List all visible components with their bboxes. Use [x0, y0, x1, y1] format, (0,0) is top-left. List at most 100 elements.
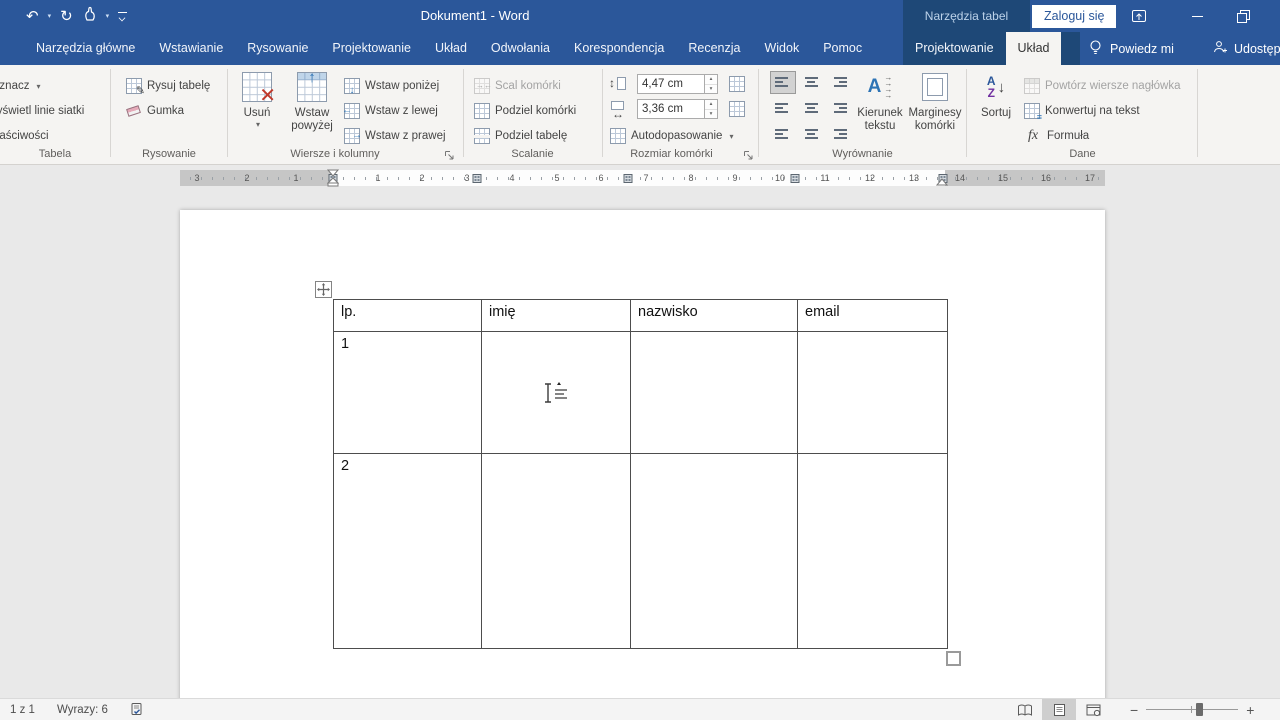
undo-dropdown-icon[interactable]: ▾ — [48, 12, 52, 20]
cell-margins-button[interactable]: Marginesy komórki — [907, 68, 963, 148]
group-wiersze-i-kolumny: ✕ Usuń ▾ ↑ Wstaw powyżej ↓Wstaw poniżej ←… — [228, 65, 462, 164]
dialog-launcher-icon[interactable] — [444, 148, 458, 162]
ribbon-item-gumka[interactable]: Gumka — [126, 100, 184, 122]
ribbon-item-podziel-komórki[interactable]: Podziel komórki — [474, 100, 576, 122]
table-header-cell[interactable]: email — [798, 300, 948, 332]
zoom-slider[interactable] — [1146, 699, 1238, 720]
tab-recenzja[interactable]: Recenzja — [676, 32, 752, 65]
table-header-cell[interactable]: nazwisko — [631, 300, 798, 332]
table-header-cell[interactable]: imię — [482, 300, 631, 332]
distribute-rows-icon[interactable] — [729, 76, 745, 92]
contextual-tab-projektowanie[interactable]: Projektowanie — [903, 32, 1006, 65]
align-top-right-button[interactable] — [826, 71, 852, 94]
web-layout-icon[interactable] — [1076, 699, 1110, 720]
ribbon-item-wstaw-z-lewej[interactable]: ←Wstaw z lewej — [344, 100, 438, 122]
move-cross-icon — [317, 283, 330, 296]
contextual-tab-układ[interactable]: Układ — [1006, 32, 1062, 65]
tab-układ[interactable]: Układ — [423, 32, 479, 65]
column-width-stepper[interactable]: ▴▾ — [705, 99, 718, 119]
tab-pomoc[interactable]: Pomoc — [811, 32, 874, 65]
table-cell[interactable] — [631, 454, 798, 649]
zoom-out-icon[interactable]: − — [1130, 703, 1138, 717]
document-table[interactable]: lp.imięnazwiskoemail 12 — [333, 299, 948, 649]
indent-markers-icon[interactable] — [327, 169, 339, 187]
table-move-handle[interactable] — [315, 281, 332, 298]
ribbon-item-wstaw-poniżej[interactable]: ↓Wstaw poniżej — [344, 75, 439, 97]
ribbon-item-wyświetl-linie-siatki[interactable]: Wyświetl linie siatki — [0, 100, 84, 122]
read-mode-icon[interactable] — [1008, 699, 1042, 720]
sort-button[interactable]: AZ↓ Sortuj — [974, 68, 1018, 148]
share-person-icon — [1212, 39, 1228, 58]
tab-korespondencja[interactable]: Korespondencja — [562, 32, 676, 65]
table-cell[interactable] — [798, 332, 948, 454]
ruler-mark: 1 — [293, 170, 298, 186]
ribbon-item-właściwości[interactable]: Właściwości — [0, 125, 49, 147]
tab-odwołania[interactable]: Odwołania — [479, 32, 562, 65]
insert-above-button[interactable]: ↑ Wstaw powyżej — [284, 68, 340, 148]
align-top-center-button[interactable] — [798, 71, 824, 94]
zoom-slider-thumb[interactable] — [1196, 703, 1203, 716]
undo-icon[interactable]: ↶ — [26, 9, 39, 24]
row-height-input[interactable] — [637, 74, 705, 94]
ruler-column-marker[interactable] — [473, 174, 482, 183]
table-cell[interactable] — [482, 454, 631, 649]
ribbon-item-podziel-tabelę[interactable]: Podziel tabelę — [474, 125, 567, 147]
ribbon-display-options-icon[interactable] — [1122, 0, 1156, 32]
align-center-center-button[interactable] — [798, 96, 824, 119]
group-label-tabela: Tabela — [0, 148, 110, 160]
ribbon-item-konwertuj-na-tekst[interactable]: ≡Konwertuj na tekst — [1024, 100, 1140, 122]
table-header-cell[interactable]: lp. — [334, 300, 482, 332]
convert-icon: ≡ — [1024, 103, 1040, 119]
align-bottom-left-button[interactable] — [770, 121, 796, 144]
delete-button[interactable]: ✕ Usuń ▾ — [234, 68, 280, 148]
status-bar: 1 z 1 Wyrazy: 6 − + — [0, 698, 1280, 720]
table-cell[interactable]: 2 — [334, 454, 482, 649]
share-button[interactable]: Udostępnij — [1212, 32, 1280, 65]
align-center-left-button[interactable] — [770, 96, 796, 119]
column-width-input[interactable] — [637, 99, 705, 119]
page-indicator[interactable]: 1 z 1 — [10, 704, 35, 716]
tab-projektowanie[interactable]: Projektowanie — [320, 32, 423, 65]
align-bottom-center-button[interactable] — [798, 121, 824, 144]
minimize-icon[interactable] — [1180, 0, 1214, 32]
word-count[interactable]: Wyrazy: 6 — [57, 704, 108, 716]
tab-wstawianie[interactable]: Wstawianie — [147, 32, 235, 65]
table-resize-handle[interactable] — [946, 651, 961, 666]
split-table-icon — [474, 128, 490, 144]
tab-widok[interactable]: Widok — [752, 32, 811, 65]
distribute-columns-icon[interactable] — [729, 101, 745, 117]
ribbon-item-rysuj-tabelę[interactable]: ✎Rysuj tabelę — [126, 75, 210, 97]
touch-mode-icon[interactable] — [82, 6, 97, 27]
eraser-icon — [126, 103, 142, 119]
touch-mode-dropdown-icon[interactable]: ▾ — [106, 12, 110, 20]
tab-narzędzia-główne[interactable]: Narzędzia główne — [24, 32, 147, 65]
print-layout-icon[interactable] — [1042, 699, 1076, 720]
text-direction-button[interactable]: A→→→→ Kierunek tekstu — [855, 68, 905, 148]
redo-icon[interactable]: ↻ — [60, 9, 73, 24]
right-indent-icon[interactable] — [936, 178, 948, 187]
tab-rysowanie[interactable]: Rysowanie — [235, 32, 320, 65]
split-cells-icon — [474, 103, 490, 119]
ruler-column-marker[interactable] — [624, 174, 633, 183]
autofit-button[interactable]: Autodopasowanie ▾ — [610, 125, 733, 147]
ribbon-item-scal-komórki: →←Scal komórki — [474, 75, 561, 97]
zoom-in-icon[interactable]: + — [1246, 703, 1254, 717]
ribbon-item-zaznacz[interactable]: Zaznacz▾ — [0, 75, 40, 97]
align-center-right-button[interactable] — [826, 96, 852, 119]
table-cell[interactable]: 1 — [334, 332, 482, 454]
proofing-icon[interactable] — [130, 702, 144, 719]
sign-in-button[interactable]: Zaloguj się — [1032, 5, 1116, 28]
align-bottom-right-button[interactable] — [826, 121, 852, 144]
tell-me-button[interactable]: Powiedz mi — [1088, 32, 1174, 65]
ruler-column-marker[interactable] — [791, 174, 800, 183]
ribbon-item-wstaw-z-prawej[interactable]: →Wstaw z prawej — [344, 125, 446, 147]
text-cursor-pointer — [540, 381, 570, 412]
align-top-left-button[interactable] — [770, 71, 796, 94]
restore-icon[interactable] — [1226, 0, 1260, 32]
row-height-stepper[interactable]: ▴▾ — [705, 74, 718, 94]
dialog-launcher-icon[interactable] — [743, 148, 757, 162]
ribbon-item-formuła[interactable]: fxFormuła — [1024, 125, 1089, 147]
customize-qat-icon[interactable] — [118, 12, 127, 20]
table-cell[interactable] — [798, 454, 948, 649]
table-cell[interactable] — [631, 332, 798, 454]
